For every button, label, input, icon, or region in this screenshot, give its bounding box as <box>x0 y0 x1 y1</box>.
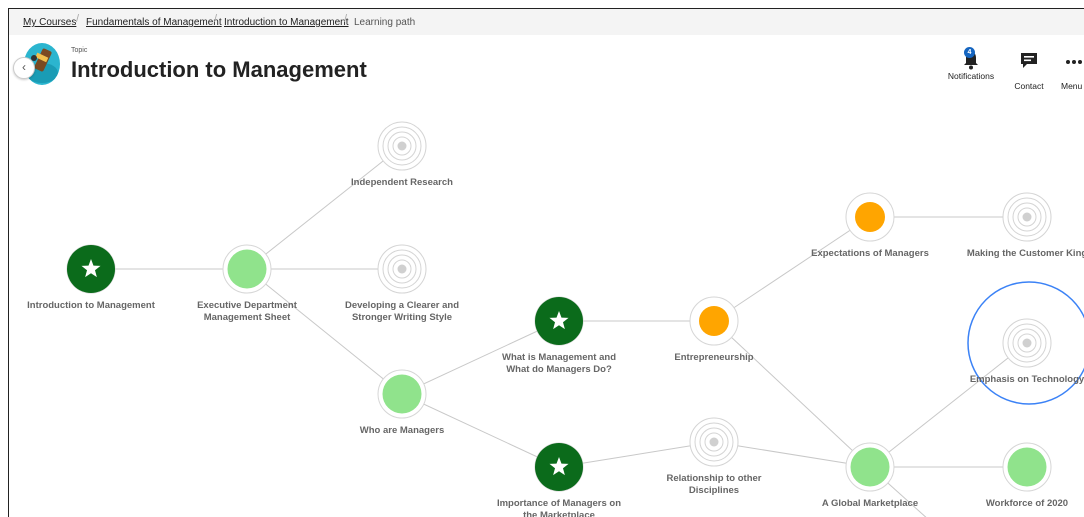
path-connector <box>246 145 403 270</box>
node-label: Making the Customer King <box>967 248 1084 259</box>
locked-dot <box>1022 212 1032 222</box>
path-connector <box>246 268 403 395</box>
node-fill <box>699 306 729 336</box>
node-label: What do Managers Do? <box>506 364 612 375</box>
learning-node-rel[interactable]: Relationship to otherDisciplines <box>667 417 762 496</box>
node-label: Who are Managers <box>360 425 444 436</box>
path-connector <box>869 342 1028 468</box>
node-fill <box>855 202 885 232</box>
learning-node-entre[interactable]: Entrepreneurship <box>674 296 754 363</box>
learning-node-emph[interactable]: Emphasis on Technology <box>967 281 1084 405</box>
node-label: Disciplines <box>689 485 739 496</box>
locked-dot <box>709 437 719 447</box>
learning-node-what[interactable]: What is Management andWhat do Managers D… <box>502 296 616 375</box>
learning-path-nodes: Introduction to Management Executive Depa… <box>27 121 1084 517</box>
locked-dot <box>397 141 407 151</box>
path-connector <box>713 216 871 322</box>
node-fill <box>1007 447 1047 487</box>
locked-dot <box>397 264 407 274</box>
learning-node-dev[interactable]: Developing a Clearer andStronger Writing… <box>345 244 459 323</box>
node-label: Entrepreneurship <box>674 352 753 363</box>
learning-node-expect[interactable]: Expectations of Managers <box>811 192 929 259</box>
node-label: Developing a Clearer and <box>345 300 459 311</box>
node-label: Relationship to other <box>667 473 762 484</box>
node-label: A Global Marketplace <box>822 498 918 509</box>
learning-node-custking[interactable]: Making the Customer King <box>967 192 1084 259</box>
learning-node-global[interactable]: A Global Marketplace <box>822 442 918 509</box>
node-label: Importance of Managers on <box>497 498 621 509</box>
node-label: Management Sheet <box>204 312 291 323</box>
learning-node-work[interactable]: Workforce of 2020 <box>986 442 1068 509</box>
node-label: Executive Department <box>197 300 298 311</box>
learning-path-map: Introduction to Management Executive Depa… <box>27 121 1084 517</box>
learning-node-intro[interactable]: Introduction to Management <box>27 244 156 311</box>
node-label: Expectations of Managers <box>811 248 929 259</box>
node-fill <box>850 447 890 487</box>
node-fill <box>227 249 267 289</box>
locked-dot <box>1022 338 1032 348</box>
learning-node-imp[interactable]: Importance of Managers onthe Marketplace <box>497 442 621 517</box>
node-label: Emphasis on Technology <box>970 374 1084 385</box>
node-label: Independent Research <box>351 177 453 188</box>
app-frame: My Courses / Fundamentals of Management … <box>8 8 1084 517</box>
learning-node-exec[interactable]: Executive DepartmentManagement Sheet <box>197 244 298 323</box>
learning-node-indep[interactable]: Independent Research <box>351 121 453 188</box>
node-label: What is Management and <box>502 352 616 363</box>
node-label: Workforce of 2020 <box>986 498 1068 509</box>
node-fill <box>382 374 422 414</box>
node-label: Stronger Writing Style <box>352 312 452 323</box>
node-label: Introduction to Management <box>27 300 156 311</box>
